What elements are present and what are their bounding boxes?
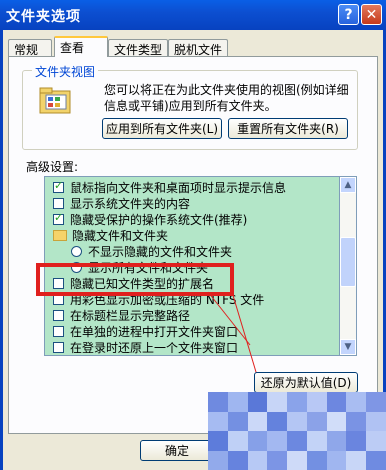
watermark-mosaic [208,392,386,470]
tab-view[interactable]: 查看 [54,36,108,57]
ok-button[interactable]: 确定 [140,440,214,461]
restore-defaults-button[interactable]: 还原为默认值(D) [254,372,358,393]
